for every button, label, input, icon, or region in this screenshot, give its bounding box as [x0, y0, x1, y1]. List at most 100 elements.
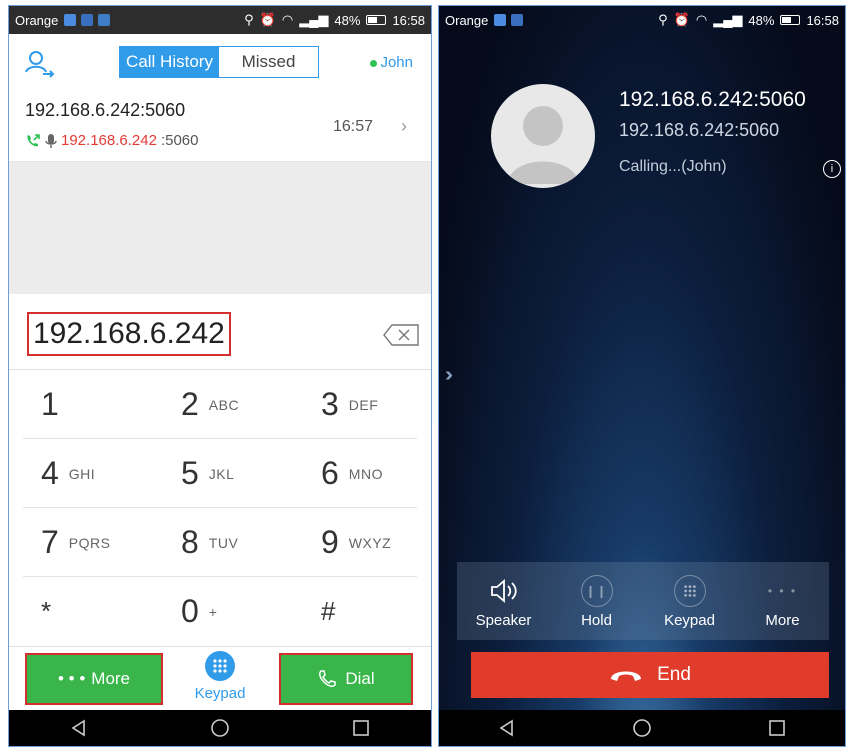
keypad-button[interactable]: Keypad — [185, 651, 255, 702]
call-history-item[interactable]: 192.168.6.242:5060 192.168.6.242:5060 16… — [9, 94, 431, 162]
end-call-button[interactable]: End — [471, 652, 829, 698]
speaker-icon — [490, 578, 517, 603]
outgoing-call-icon — [27, 133, 40, 146]
signal-icon: ▂▄▆ — [713, 12, 743, 27]
key-hash[interactable]: # — [321, 577, 431, 646]
keypad-icon — [673, 574, 706, 607]
android-nav-bar — [9, 710, 431, 746]
key-2[interactable]: 2 ABC — [181, 370, 322, 439]
more-dots-icon: • • • — [57, 669, 86, 688]
carrier-name: Orange — [15, 12, 59, 28]
history-detail: 192.168.6.242:5060 — [25, 132, 198, 149]
key-9[interactable]: 9 WXYZ — [321, 508, 431, 577]
keypad-control-button[interactable]: Keypad — [643, 562, 736, 640]
caller-avatar — [491, 84, 595, 188]
more-control-label: More — [765, 611, 800, 629]
speaker-button[interactable]: Speaker — [457, 562, 550, 640]
person-icon — [507, 106, 579, 184]
dial-input-area: 192.168.6.242 — [9, 294, 431, 370]
more-dots-icon: • • • — [767, 583, 798, 598]
chevron-right-icon[interactable]: › — [401, 116, 407, 137]
history-port: :5060 — [160, 132, 199, 149]
dialer-action-bar: • • • More Keypad Dial — [9, 646, 431, 712]
key-4[interactable]: 4 GHI — [41, 439, 182, 508]
back-icon[interactable] — [497, 718, 517, 738]
dial-number-field[interactable]: 192.168.6.242 — [27, 312, 231, 356]
more-control-button[interactable]: • • • More — [736, 562, 829, 640]
end-call-label: End — [657, 664, 691, 685]
status-time: 16:58 — [806, 12, 839, 28]
contacts-switch-icon[interactable] — [23, 48, 57, 82]
dial-keypad: 1 2 ABC 3 DEF 4 GHI 5 JKL 6 MNO 7 PQRS 8 TUV 9W… — [9, 370, 431, 646]
history-empty-area — [9, 162, 431, 294]
in-call-screen: Orange ⚲ ⏰ ◠ ▂▄▆ 48% 16:58 192.168.6.242… — [438, 5, 846, 747]
battery-icon — [780, 15, 801, 25]
history-name: 192.168.6.242:5060 — [25, 100, 186, 120]
phone-icon — [319, 670, 337, 687]
key-1[interactable]: 1 — [41, 370, 182, 439]
app-header: Call History Missed John — [9, 34, 431, 94]
key-0[interactable]: 0 + — [181, 577, 322, 646]
recents-icon[interactable] — [767, 718, 787, 738]
call-controls: Speaker ❙❙ Hold Keypad • • • More — [457, 562, 829, 640]
battery-icon — [366, 15, 387, 25]
pause-icon: ❙❙ — [580, 574, 613, 607]
account-name: John — [380, 54, 413, 71]
status-time: 16:58 — [392, 12, 425, 28]
alarm-icon: ⏰ — [673, 12, 690, 27]
key-3[interactable]: 3 DEF — [321, 370, 431, 439]
info-icon[interactable]: i — [823, 160, 841, 178]
signal-icon: ▂▄▆ — [299, 12, 329, 27]
history-time: 16:57 — [332, 118, 373, 135]
notification-icon — [98, 14, 111, 26]
history-tabs: Call History Missed — [119, 46, 319, 78]
notification-icon — [494, 14, 507, 26]
key-6[interactable]: 6 MNO — [321, 439, 431, 508]
status-bar: Orange ⚲ ⏰ ◠ ▂▄▆ 48% 16:58 — [439, 6, 845, 34]
keypad-icon — [205, 651, 235, 681]
hang-up-icon — [611, 671, 642, 681]
microphone-icon — [45, 133, 57, 148]
speaker-label: Speaker — [475, 611, 532, 629]
dial-button-label: Dial — [345, 669, 375, 688]
carrier-name: Orange — [445, 12, 489, 28]
account-status[interactable]: John — [370, 54, 413, 71]
tab-missed[interactable]: Missed — [219, 47, 318, 77]
battery-percent: 48% — [334, 12, 361, 28]
tab-call-history[interactable]: Call History — [120, 47, 219, 77]
android-nav-bar — [439, 710, 845, 746]
dial-button[interactable]: Dial — [279, 653, 413, 705]
hold-label: Hold — [581, 611, 612, 629]
battery-percent: 48% — [748, 12, 775, 28]
mute-icon: ⚲ — [658, 12, 668, 27]
key-star[interactable]: * — [41, 577, 182, 646]
caller-address: 192.168.6.242:5060 — [619, 120, 780, 140]
status-bar: Orange ⚲ ⏰ ◠ ▂▄▆ 48% 16:58 — [9, 6, 431, 34]
home-icon[interactable] — [210, 718, 230, 738]
mute-icon: ⚲ — [244, 12, 254, 27]
keypad-button-label: Keypad — [194, 685, 246, 702]
wifi-icon: ◠ — [281, 12, 294, 27]
alarm-icon: ⏰ — [259, 12, 276, 27]
history-ip: 192.168.6.242 — [61, 132, 157, 149]
recents-icon[interactable] — [351, 718, 371, 738]
more-button-label: More — [91, 669, 131, 688]
notification-icon — [64, 14, 77, 26]
call-status: Calling...(John) — [619, 158, 727, 175]
key-5[interactable]: 5 JKL — [181, 439, 322, 508]
keypad-control-label: Keypad — [664, 611, 715, 629]
double-chevron-right-icon[interactable]: ››› — [445, 364, 453, 387]
more-button[interactable]: • • • More — [25, 653, 163, 705]
hold-button[interactable]: ❙❙ Hold — [550, 562, 643, 640]
back-icon[interactable] — [69, 718, 89, 738]
wifi-icon: ◠ — [695, 12, 708, 27]
notification-icon — [511, 14, 524, 26]
key-8[interactable]: 8 TUV — [181, 508, 322, 577]
home-icon[interactable] — [632, 718, 652, 738]
notification-icon — [81, 14, 94, 26]
key-7[interactable]: 7 PQRS — [41, 508, 182, 577]
caller-name: 192.168.6.242:5060 — [619, 88, 806, 111]
backspace-icon[interactable] — [383, 324, 419, 346]
online-dot-icon — [370, 59, 378, 67]
dialer-screen: Orange ⚲ ⏰ ◠ ▂▄▆ 48% 16:58 Call History … — [8, 5, 432, 747]
